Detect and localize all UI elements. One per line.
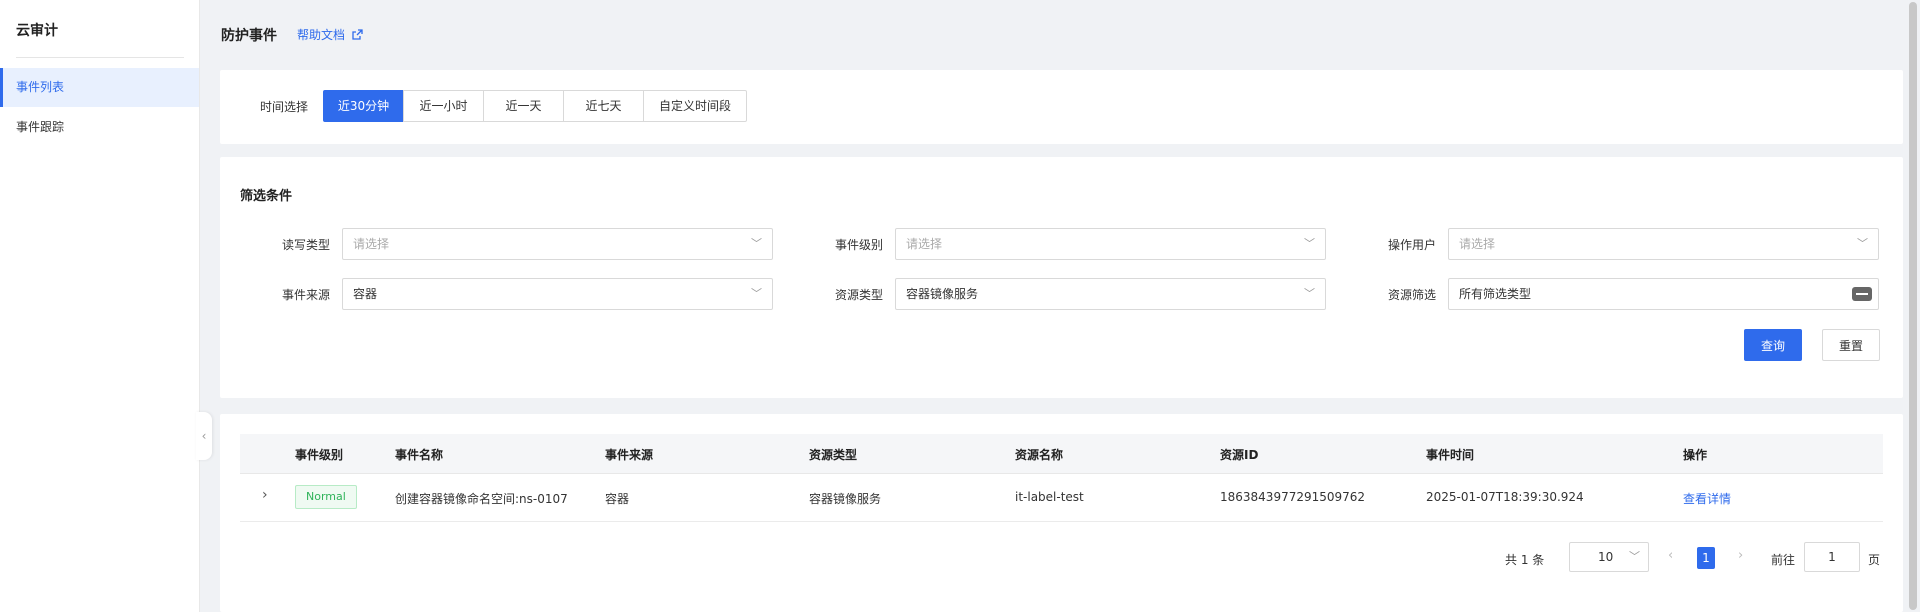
next-page-icon[interactable]: › (1738, 548, 1743, 563)
read-write-type-select[interactable]: 请选择 ﹀ (342, 228, 773, 260)
resource-filter-label: 资源筛选 (1387, 288, 1436, 302)
operator-label: 操作用户 (1387, 238, 1436, 252)
help-doc-link[interactable]: 帮助文档 (297, 26, 364, 43)
scrollbar-thumb[interactable] (1909, 2, 1917, 610)
column-header-resource-id: 资源ID (1220, 448, 1259, 462)
column-header-source: 事件来源 (605, 448, 654, 462)
read-write-type-placeholder: 请选择 (353, 237, 390, 251)
goto-page-input[interactable] (1804, 542, 1860, 572)
help-doc-label: 帮助文档 (297, 28, 346, 42)
operator-placeholder: 请选择 (1459, 237, 1496, 251)
chevron-down-icon: ﹀ (751, 237, 762, 250)
chevron-left-icon: ‹ (201, 429, 207, 443)
resource-type-label: 资源类型 (834, 288, 883, 302)
page-size-select[interactable]: 10 ﹀ (1569, 542, 1649, 572)
page-title: 防护事件 (221, 28, 277, 44)
resource-id-cell: 1863843977291509762 (1220, 490, 1366, 504)
time-option-7days[interactable]: 近七天 (563, 90, 644, 122)
resource-name-cell: it-label-test (1015, 490, 1084, 504)
message-icon[interactable] (1852, 287, 1872, 301)
reset-button[interactable]: 重置 (1822, 329, 1880, 361)
view-details-link[interactable]: 查看详情 (1683, 490, 1731, 507)
column-header-resource-type: 资源类型 (809, 448, 858, 462)
query-button[interactable]: 查询 (1744, 329, 1802, 361)
event-source-cell: 容器 (605, 492, 630, 506)
goto-label: 前往 (1771, 553, 1796, 567)
column-header-action: 操作 (1683, 448, 1708, 462)
event-table-card: 事件级别 事件名称 事件来源 资源类型 资源名称 资源ID 事件时间 操作 › … (220, 414, 1903, 612)
page-size-value: 10 (1598, 550, 1614, 564)
resource-filter-input[interactable]: 所有筛选类型 (1448, 278, 1879, 310)
prev-page-icon[interactable]: ‹ (1668, 548, 1673, 563)
page-number-current[interactable]: 1 (1697, 547, 1715, 569)
event-source-value: 容器 (353, 287, 378, 301)
sidebar-collapse-handle[interactable]: ‹ (196, 412, 212, 460)
chevron-down-icon: ﹀ (1629, 550, 1640, 563)
event-level-select[interactable]: 请选择 ﹀ (895, 228, 1326, 260)
sidebar-divider (16, 57, 184, 58)
page-scrollbar[interactable] (1906, 0, 1920, 612)
sidebar: 云审计 事件列表 事件跟踪 (0, 0, 200, 612)
column-header-resource-name: 资源名称 (1015, 448, 1064, 462)
event-source-label: 事件来源 (281, 288, 330, 302)
event-level-placeholder: 请选择 (906, 237, 943, 251)
time-filter-label: 时间选择 (260, 100, 309, 114)
time-option-custom[interactable]: 自定义时间段 (643, 90, 747, 122)
time-option-1hour[interactable]: 近一小时 (403, 90, 484, 122)
resource-filter-value: 所有筛选类型 (1459, 287, 1532, 301)
chevron-down-icon: ﹀ (1857, 237, 1868, 250)
time-option-30min[interactable]: 近30分钟 (323, 90, 404, 122)
event-source-select[interactable]: 容器 ﹀ (342, 278, 773, 310)
sidebar-item-event-tracking[interactable]: 事件跟踪 (0, 108, 199, 147)
table-header: 事件级别 事件名称 事件来源 资源类型 资源名称 资源ID 事件时间 操作 (240, 434, 1883, 474)
sidebar-item-event-list[interactable]: 事件列表 (0, 68, 199, 107)
filter-card: 筛选条件 读写类型 请选择 ﹀ 事件级别 请选择 ﹀ 操作用户 请选择 ﹀ 事件… (220, 157, 1903, 398)
column-header-level: 事件级别 (295, 448, 344, 462)
time-filter-card: 时间选择 近30分钟 近一小时 近一天 近七天 自定义时间段 (220, 70, 1903, 144)
chevron-down-icon: ﹀ (1304, 287, 1315, 300)
resource-type-select[interactable]: 容器镜像服务 ﹀ (895, 278, 1326, 310)
external-link-icon (352, 29, 363, 40)
time-range-group: 近30分钟 近一小时 近一天 近七天 自定义时间段 (323, 90, 747, 122)
chevron-down-icon: ﹀ (751, 287, 762, 300)
pagination-total: 共 1 条 (1505, 553, 1545, 567)
filter-title: 筛选条件 (240, 189, 293, 204)
resource-type-cell: 容器镜像服务 (809, 492, 882, 506)
chevron-down-icon: ﹀ (1304, 237, 1315, 250)
status-badge: Normal (295, 485, 357, 509)
page-suffix: 页 (1868, 553, 1881, 567)
table-row: › Normal 创建容器镜像命名空间:ns-0107 容器 容器镜像服务 it… (240, 474, 1883, 522)
sidebar-title: 云审计 (16, 23, 58, 39)
time-option-1day[interactable]: 近一天 (483, 90, 564, 122)
event-name-cell: 创建容器镜像命名空间:ns-0107 (395, 492, 568, 506)
column-header-time: 事件时间 (1426, 448, 1475, 462)
event-level-label: 事件级别 (834, 238, 883, 252)
event-time-cell: 2025-01-07T18:39:30.924 (1426, 490, 1584, 504)
column-header-name: 事件名称 (395, 448, 444, 462)
resource-type-value: 容器镜像服务 (906, 287, 979, 301)
read-write-type-label: 读写类型 (281, 238, 330, 252)
operator-select[interactable]: 请选择 ﹀ (1448, 228, 1879, 260)
chevron-right-icon[interactable]: › (262, 487, 268, 503)
